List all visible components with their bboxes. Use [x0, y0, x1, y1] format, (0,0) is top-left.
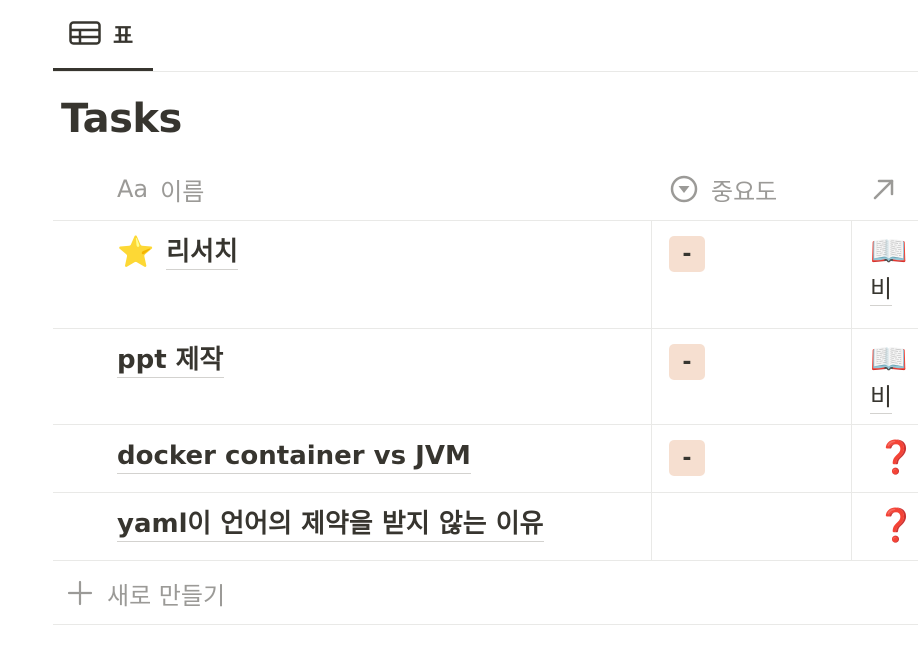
importance-cell[interactable] — [651, 493, 852, 560]
relation-cell[interactable]: 📖 비 — [851, 221, 918, 328]
table-icon — [69, 21, 101, 45]
relation-link[interactable]: 비 — [870, 273, 893, 306]
new-row-label: 새로 만들기 — [107, 582, 226, 610]
table-row[interactable]: yaml이 언어의 제약을 받지 않는 이유 ❓ — [53, 493, 918, 561]
row-title[interactable]: ppt 제작 — [117, 343, 224, 378]
name-cell[interactable]: yaml이 언어의 제약을 받지 않는 이유 — [53, 493, 651, 560]
name-cell[interactable]: docker container vs JVM — [53, 425, 651, 492]
table-header: Aa 이름 중요도 — [53, 158, 918, 221]
text-type-icon: Aa — [117, 175, 149, 203]
relation-cell[interactable]: ❓ — [851, 425, 918, 492]
question-icon: ❓ — [876, 506, 916, 544]
new-row-button[interactable]: 새로 만들기 — [53, 562, 918, 625]
row-title[interactable]: yaml이 언어의 제약을 받지 않는 이유 — [117, 507, 544, 542]
relation-cell[interactable]: ❓ — [851, 493, 918, 560]
book-icon: 📖 — [870, 234, 908, 269]
relation-arrow-icon — [871, 176, 897, 202]
name-cell[interactable]: ppt 제작 — [53, 329, 651, 424]
importance-cell[interactable]: - — [651, 425, 852, 492]
plus-icon — [67, 580, 93, 606]
tab-label: 표 — [113, 24, 134, 49]
table-row[interactable]: ppt 제작 - 📖 비 — [53, 329, 918, 425]
table-row[interactable]: docker container vs JVM - ❓ — [53, 425, 918, 493]
column-header-label: 이름 — [160, 177, 205, 206]
column-header-relation[interactable] — [871, 158, 909, 220]
relation-link[interactable]: 비 — [870, 381, 893, 414]
row-title[interactable]: docker container vs JVM — [117, 439, 471, 474]
question-icon: ❓ — [876, 438, 916, 476]
view-tabbar: 표 — [53, 0, 918, 72]
name-cell[interactable]: ⭐ 리서치 — [53, 221, 651, 328]
column-header-name[interactable]: Aa 이름 — [117, 158, 204, 220]
column-header-label: 중요도 — [711, 177, 778, 206]
importance-tag[interactable]: - — [669, 236, 705, 272]
book-icon: 📖 — [870, 342, 908, 377]
row-title[interactable]: 리서치 — [166, 235, 239, 270]
select-icon — [669, 174, 699, 204]
database-title[interactable]: Tasks — [61, 96, 182, 142]
importance-cell[interactable]: - — [651, 221, 852, 328]
importance-cell[interactable]: - — [651, 329, 852, 424]
tab-table-view[interactable]: 표 — [53, 0, 153, 71]
table-row[interactable]: ⭐ 리서치 - 📖 비 — [53, 221, 918, 329]
importance-tag[interactable]: - — [669, 344, 705, 380]
relation-cell[interactable]: 📖 비 — [851, 329, 918, 424]
star-icon: ⭐ — [117, 234, 155, 270]
column-header-importance[interactable]: 중요도 — [669, 158, 777, 220]
importance-tag[interactable]: - — [669, 440, 705, 476]
